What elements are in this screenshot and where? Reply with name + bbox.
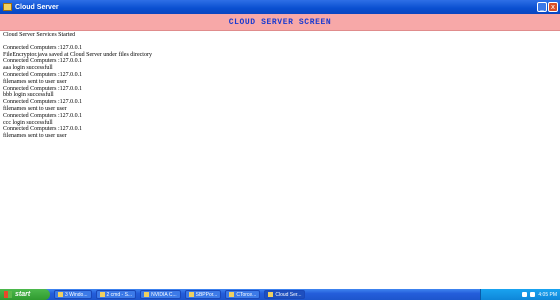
log-line: Connected Computers :127.0.0.1: [3, 71, 83, 78]
log-line: Connected Computers :127.0.0.1: [3, 112, 83, 119]
app-icon: [3, 3, 12, 11]
log-line: bbb login successfull: [3, 92, 54, 99]
taskbar-item-label: Cloud Ser...: [275, 291, 302, 298]
log-line: filenames sent to user user: [3, 78, 67, 85]
close-button[interactable]: x: [548, 2, 558, 12]
window-titlebar[interactable]: Cloud Server _ x: [0, 0, 560, 14]
log-line: Connected Computers :127.0.0.1: [3, 99, 83, 106]
cmd-icon: [99, 292, 105, 297]
taskbar: start 3 Windo... 2 cmd - S... NVIDIA C..…: [0, 289, 560, 300]
java-window-icon: [268, 292, 274, 297]
window-title: Cloud Server: [15, 3, 59, 11]
window-controls: _ x: [537, 2, 558, 12]
taskbar-item[interactable]: 2 cmd - S...: [95, 290, 137, 299]
log-line: Connected Computers :127.0.0.1: [3, 58, 83, 65]
log-line: Connected Computers :127.0.0.1: [3, 44, 83, 51]
log-line: aaa login successfull: [3, 65, 53, 72]
folder-icon: [58, 292, 63, 297]
log-line: Connected Computers :127.0.0.1: [3, 85, 83, 92]
log-line: Connected Computers :127.0.0.1: [3, 126, 83, 133]
log-line: Cloud Server Services Started: [3, 32, 76, 38]
server-log-area[interactable]: Cloud Server Services Started Connected …: [2, 32, 558, 287]
taskbar-item-label: 3 Windo...: [65, 291, 88, 298]
taskbar-item[interactable]: CTorce...: [225, 290, 261, 299]
log-line: FileEncryptor.java saved at Cloud Server…: [3, 51, 152, 58]
taskbar-item-label: 2 cmd - S...: [106, 291, 133, 298]
windows-logo-icon: [4, 291, 12, 298]
log-line: ccc login successfull: [3, 119, 53, 126]
taskbar-item[interactable]: SBPPor...: [184, 290, 222, 299]
taskbar-item-label: SBPPor...: [195, 291, 218, 298]
system-tray: 4:05 PM: [480, 289, 560, 300]
taskbar-item-active[interactable]: Cloud Ser...: [264, 290, 306, 299]
taskbar-item[interactable]: 3 Windo...: [54, 290, 92, 299]
log-line: filenames sent to user user: [3, 133, 67, 140]
log-line: filenames sent to user user: [3, 105, 67, 112]
screen-header: CLOUD SERVER SCREEN: [0, 14, 560, 31]
start-button[interactable]: start: [0, 289, 50, 300]
app-window-icon: [188, 292, 194, 297]
app-window-icon: [229, 292, 235, 297]
tray-icon[interactable]: [522, 292, 528, 297]
tray-icon[interactable]: [530, 292, 536, 297]
tray-clock[interactable]: 4:05 PM: [538, 292, 557, 298]
taskbar-item-label: CTorce...: [236, 291, 257, 298]
start-label: start: [15, 291, 31, 298]
nvidia-icon: [144, 292, 150, 297]
screen-title: CLOUD SERVER SCREEN: [228, 17, 332, 27]
taskbar-item[interactable]: NVIDIA C...: [140, 290, 181, 299]
taskbar-item-label: NVIDIA C...: [151, 291, 177, 298]
minimize-button[interactable]: _: [537, 2, 547, 12]
